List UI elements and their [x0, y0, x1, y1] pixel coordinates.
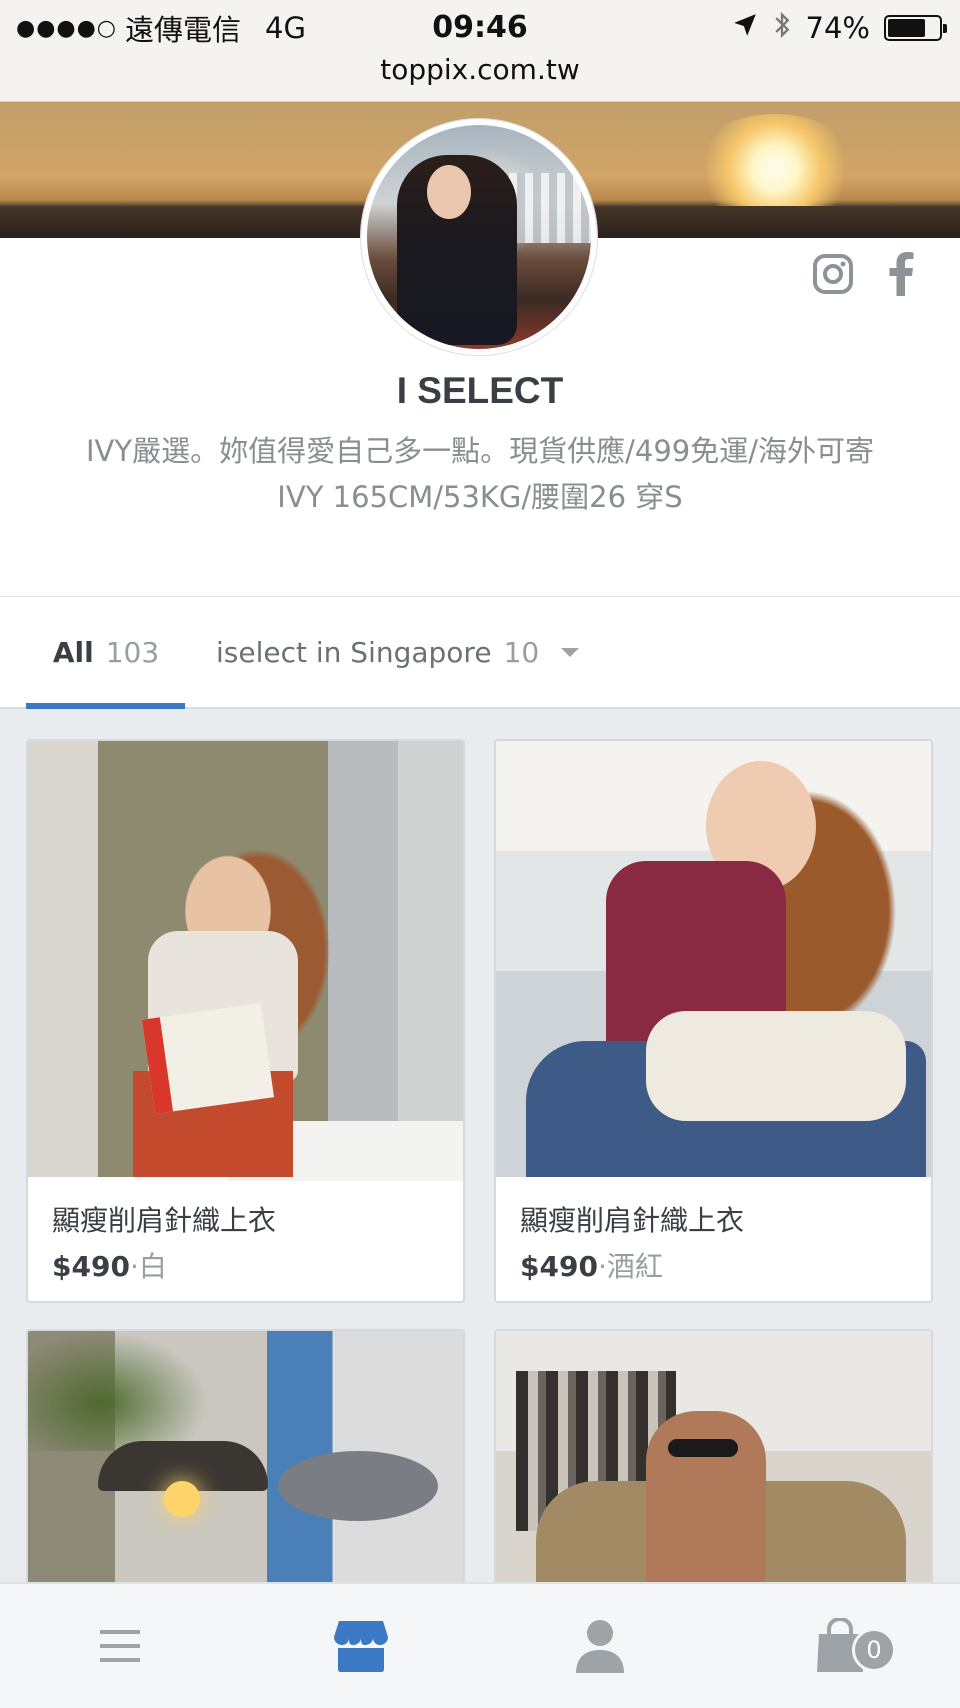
- battery-icon: [884, 15, 947, 41]
- product-info: 顯瘦削肩針織上衣 $490·白: [28, 1177, 463, 1301]
- product-title[interactable]: 顯瘦削肩針織上衣: [520, 1199, 744, 1239]
- tab-count: 10: [503, 636, 540, 669]
- menu-icon[interactable]: [60, 1584, 180, 1708]
- avatar-face: [427, 165, 471, 219]
- bluetooth-icon: [772, 10, 792, 47]
- product-variant: ·酒紅: [597, 1250, 663, 1283]
- browser-url[interactable]: toppix.com.tw: [0, 48, 960, 92]
- store-icon[interactable]: [301, 1584, 421, 1708]
- product-image[interactable]: [496, 741, 931, 1177]
- photo-fleece: [646, 1011, 906, 1121]
- product-price-row: $490·酒紅: [520, 1245, 663, 1285]
- status-bar-left: ●●●●○ 遠傳電信 4G: [16, 8, 306, 48]
- profile-name: I SELECT: [396, 370, 564, 411]
- tab-label: iselect in Singapore: [216, 636, 492, 669]
- product-grid: 顯瘦削肩針織上衣 $490·白 顯瘦削肩針織上衣 $490·酒紅: [0, 711, 960, 1583]
- product-card[interactable]: 顯瘦削肩針織上衣 $490·酒紅: [494, 739, 933, 1303]
- battery-percent: 74%: [805, 11, 870, 45]
- profile-header: I SELECT IVY嚴選。妳值得愛自己多一點。現貨供應/499免運/海外可寄…: [0, 102, 960, 596]
- network-type: 4G: [265, 11, 306, 45]
- photo-person: [646, 1411, 766, 1583]
- battery-fill: [888, 19, 925, 37]
- tab-count: 103: [105, 636, 160, 669]
- tab-iselect-in-singapore[interactable]: iselect in Singapore 10: [216, 597, 580, 708]
- tab-label: All: [52, 636, 94, 669]
- location-arrow-icon: [732, 11, 758, 45]
- user-icon[interactable]: [540, 1584, 660, 1708]
- photo-cereal-box: [141, 1003, 275, 1114]
- collection-tabs: All 103 iselect in Singapore 10: [0, 596, 960, 709]
- facebook-icon[interactable]: [876, 249, 926, 299]
- status-bar-right: 74%: [732, 8, 947, 48]
- tab-all[interactable]: All 103: [26, 597, 186, 708]
- status-bar: ●●●●○ 遠傳電信 4G 09:46 74% toppix.com.tw: [0, 0, 960, 102]
- shopping-bag-icon[interactable]: 0: [780, 1584, 900, 1708]
- cart-count-badge: 0: [852, 1628, 896, 1672]
- bio-line: IVY 165CM/53KG/腰圍26 穿S: [277, 480, 683, 514]
- product-price-row: $490·白: [52, 1245, 167, 1285]
- bio-line: IVY嚴選。妳值得愛自己多一點。現貨供應/499免運/海外可寄: [86, 434, 874, 468]
- carrier-name: 遠傳電信: [124, 13, 241, 47]
- product-price: $490: [52, 1250, 130, 1283]
- photo-hat: [278, 1451, 438, 1521]
- product-price: $490: [520, 1250, 598, 1283]
- instagram-icon[interactable]: [808, 249, 858, 299]
- photo-bulb: [164, 1481, 200, 1517]
- avatar[interactable]: [361, 119, 597, 355]
- product-image[interactable]: [28, 1331, 463, 1583]
- product-title[interactable]: 顯瘦削肩針織上衣: [52, 1199, 276, 1239]
- profile-bio: IVY嚴選。妳值得愛自己多一點。現貨供應/499免運/海外可寄 IVY 165C…: [20, 428, 940, 520]
- product-image[interactable]: [28, 741, 463, 1181]
- product-info: 顯瘦削肩針織上衣 $490·酒紅: [496, 1177, 931, 1301]
- bottom-nav: 0: [0, 1582, 960, 1708]
- product-image[interactable]: [496, 1331, 931, 1583]
- product-card[interactable]: [26, 1329, 465, 1583]
- photo-sunglasses: [668, 1439, 738, 1457]
- active-tab-indicator: [26, 703, 185, 709]
- caret-down-icon[interactable]: [561, 648, 580, 657]
- signal-strength: ●●●●○: [16, 15, 117, 41]
- product-variant: ·白: [129, 1250, 167, 1283]
- product-card[interactable]: 顯瘦削肩針織上衣 $490·白: [26, 739, 465, 1303]
- photo-plant: [28, 1331, 208, 1451]
- product-card[interactable]: [494, 1329, 933, 1583]
